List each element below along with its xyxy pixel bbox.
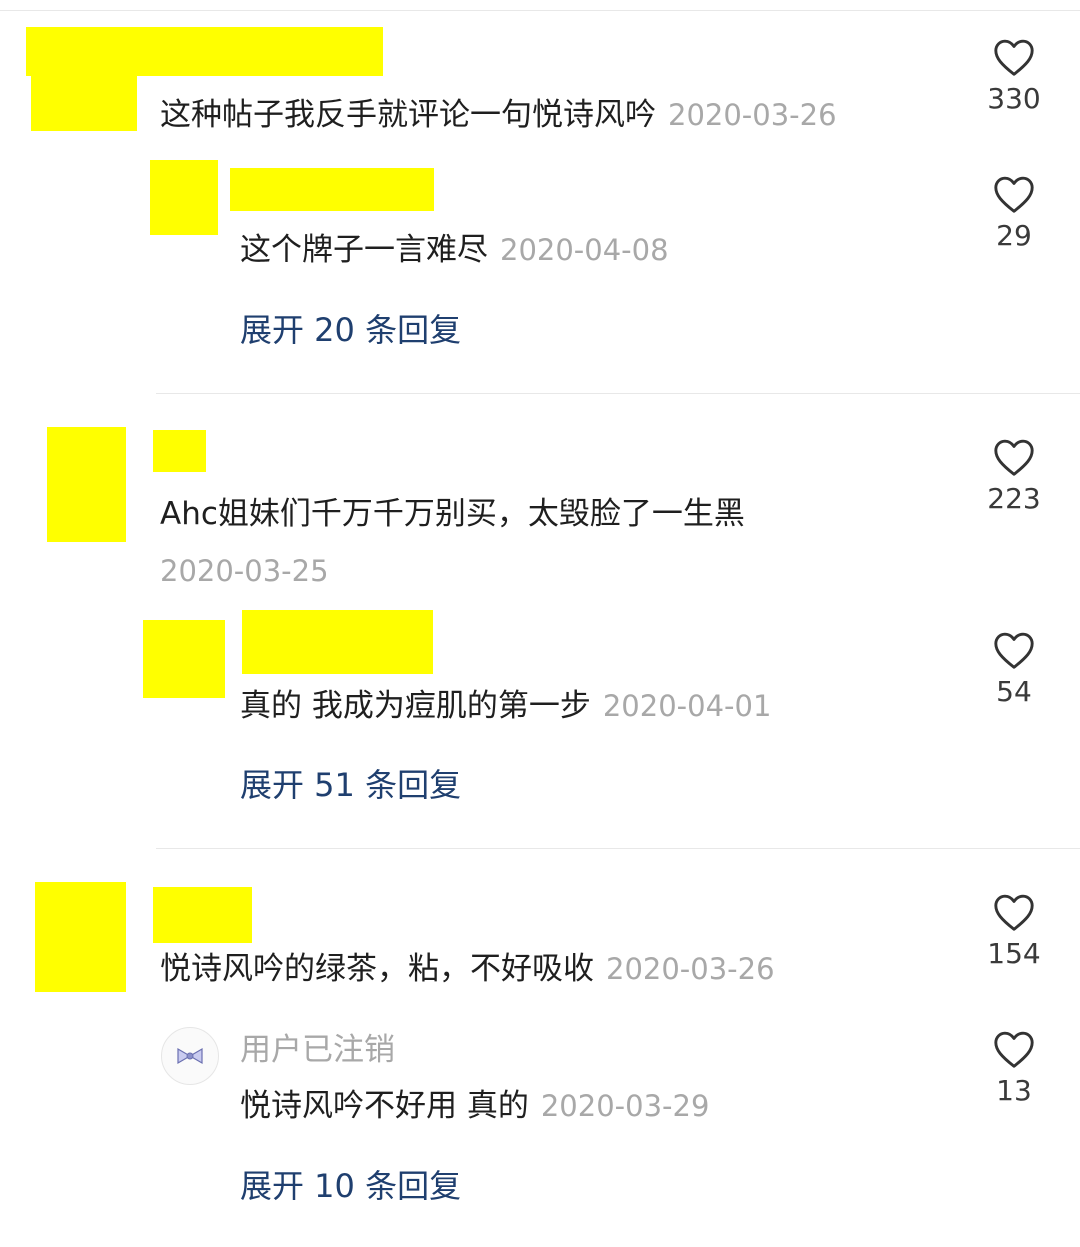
bow-icon — [177, 1047, 203, 1065]
heart-outline-icon — [994, 176, 1034, 213]
redacted-avatar — [31, 76, 137, 131]
heart-outline-icon — [994, 632, 1034, 669]
like-count: 13 — [996, 1074, 1032, 1107]
comment-text: Ahc姐妹们千万千万别买，太毁脸了一生黑 — [160, 496, 745, 532]
like-button[interactable]: 154 — [964, 892, 1064, 972]
like-button[interactable]: 330 — [964, 37, 1064, 117]
redacted-username — [242, 610, 433, 674]
like-count: 54 — [996, 675, 1032, 708]
like-count: 154 — [987, 937, 1041, 970]
expand-replies-link[interactable]: 展开 20 条回复 — [240, 310, 461, 350]
comment-text: 悦诗风吟的绿茶，粘，不好吸收 2020-03-26 — [160, 951, 775, 987]
comment-divider — [156, 393, 1080, 394]
comment-date: 2020-03-25 — [160, 554, 329, 588]
redacted-username — [230, 168, 434, 211]
reply-date: 2020-04-08 — [500, 233, 669, 267]
redacted-username — [153, 887, 252, 943]
redacted-avatar — [143, 620, 225, 698]
reply-date: 2020-03-29 — [540, 1089, 710, 1123]
comment-divider — [156, 848, 1080, 849]
expand-replies-link[interactable]: 展开 10 条回复 — [240, 1166, 461, 1206]
redacted-avatar — [35, 882, 126, 992]
like-count: 223 — [987, 482, 1041, 515]
heart-outline-icon — [994, 439, 1034, 476]
redacted-username — [26, 27, 383, 76]
comment-date: 2020-03-26 — [668, 98, 837, 132]
like-button[interactable]: 54 — [964, 630, 1064, 710]
like-button[interactable]: 223 — [964, 437, 1064, 517]
redacted-username — [153, 430, 206, 472]
reply-text: 悦诗风吟不好用 真的 2020-03-29 — [240, 1088, 710, 1124]
heart-outline-icon — [994, 894, 1034, 931]
comment-text: 这种帖子我反手就评论一句悦诗风吟 2020-03-26 — [160, 97, 837, 133]
expand-replies-link[interactable]: 展开 51 条回复 — [240, 765, 461, 805]
heart-outline-icon — [994, 1031, 1034, 1068]
reply-text: 真的 我成为痘肌的第一步 2020-04-01 — [240, 688, 772, 724]
like-count: 330 — [987, 82, 1041, 115]
reply-text: 这个牌子一言难尽 2020-04-08 — [240, 232, 669, 268]
like-count: 29 — [996, 219, 1032, 252]
top-divider — [0, 10, 1080, 11]
like-button[interactable]: 13 — [964, 1029, 1064, 1109]
redacted-avatar — [150, 160, 218, 235]
like-button[interactable]: 29 — [964, 174, 1064, 254]
comment-date: 2020-03-26 — [606, 952, 775, 986]
avatar[interactable] — [161, 1027, 219, 1085]
heart-outline-icon — [994, 39, 1034, 76]
reply-username[interactable]: 用户已注销 — [240, 1030, 395, 1070]
redacted-avatar — [47, 427, 126, 542]
reply-date: 2020-04-01 — [602, 689, 772, 723]
